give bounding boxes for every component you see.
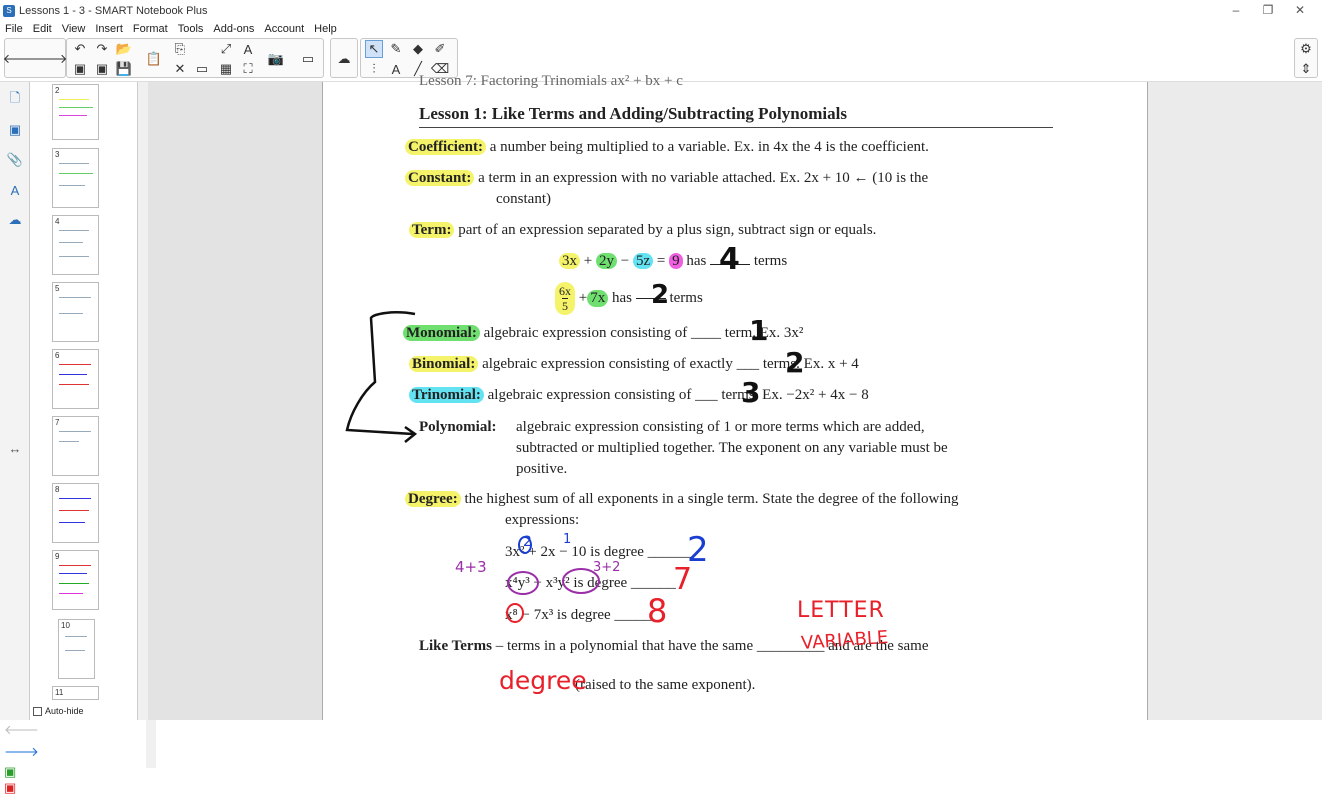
- redo-icon[interactable]: ↷: [93, 40, 111, 58]
- menu-help[interactable]: Help: [309, 23, 342, 35]
- edit-group: ↶ ↷ 📂 ▣ ▣ 💾 📋 ⎘ ✕ ▭ ⤢ A ▦ ⛶ 📷 ▭: [66, 38, 324, 78]
- page-thumbnail[interactable]: 9: [52, 550, 99, 610]
- select-icon[interactable]: ↖: [365, 40, 383, 58]
- magic-pen-icon[interactable]: ✐: [431, 40, 449, 58]
- menu-view[interactable]: View: [57, 23, 91, 35]
- menu-edit[interactable]: Edit: [28, 23, 57, 35]
- page-thumbnail[interactable]: 5: [52, 282, 99, 342]
- addons-tab-icon[interactable]: ☁: [5, 210, 25, 230]
- addons-group: ☁: [330, 38, 358, 78]
- menu-tools[interactable]: Tools: [173, 23, 209, 35]
- forward-arrow-icon[interactable]: 🡒: [4, 744, 39, 760]
- text-icon[interactable]: A: [239, 40, 257, 58]
- delete-page-tab-icon[interactable]: ▣: [4, 780, 39, 796]
- sidebar-nav: 🡐 🡒 ▣ ▣: [4, 722, 39, 796]
- move-toolbar-icon[interactable]: ⇕: [1297, 60, 1315, 78]
- close-button[interactable]: ✕: [1284, 0, 1316, 21]
- page-thumbnail[interactable]: 3: [52, 148, 99, 208]
- previous-page-icon[interactable]: 🡐: [3, 50, 38, 68]
- text-tool-icon[interactable]: A: [387, 60, 405, 78]
- menu-bar: File Edit View Insert Format Tools Add-o…: [0, 21, 1322, 36]
- main-scrollbar[interactable]: [138, 82, 148, 720]
- pen-icon[interactable]: ✎: [387, 40, 405, 58]
- gallery-icon[interactable]: ▣: [5, 120, 25, 140]
- menu-account[interactable]: Account: [259, 23, 309, 35]
- menu-addons[interactable]: Add-ons: [208, 23, 259, 35]
- open-icon[interactable]: 📂: [115, 40, 133, 58]
- delete-icon[interactable]: ✕: [171, 60, 189, 78]
- menu-insert[interactable]: Insert: [90, 23, 128, 35]
- page-thumbnail[interactable]: 6: [52, 349, 99, 409]
- resize-icon[interactable]: ↔: [5, 438, 25, 458]
- window-controls: – ❐ ✕: [1220, 0, 1316, 21]
- add-page-tab-icon[interactable]: ▣: [4, 764, 39, 780]
- document-camera-icon[interactable]: ▭: [299, 50, 317, 68]
- page-thumbnail[interactable]: 10: [58, 619, 95, 679]
- addons-icon[interactable]: ☁: [335, 50, 353, 68]
- ink-strokes: [345, 311, 600, 623]
- page-sorter: 2 3 4 5 6 7 8 9 10 11: [30, 82, 156, 768]
- attachments-icon[interactable]: 📎: [5, 150, 25, 170]
- autohide-option[interactable]: Auto-hide: [33, 706, 84, 716]
- window-title: Lessons 1 - 3 - SMART Notebook Plus: [19, 4, 208, 17]
- menu-format[interactable]: Format: [128, 23, 173, 35]
- settings-group: ⚙ ⇕: [1294, 38, 1318, 78]
- nav-group: 🡐 🡒: [3, 38, 68, 78]
- undo-icon[interactable]: ↶: [71, 40, 89, 58]
- save-icon[interactable]: 💾: [115, 60, 133, 78]
- add-page-icon[interactable]: ▣: [71, 60, 89, 78]
- notebook-page[interactable]: Lesson 7: Factoring Trinomials ax² + bx …: [322, 73, 1148, 720]
- paste-icon[interactable]: 📋: [145, 50, 163, 68]
- page-thumbnail[interactable]: 7: [52, 416, 99, 476]
- camera-icon[interactable]: 📷: [267, 50, 285, 68]
- menu-file[interactable]: File: [0, 23, 28, 35]
- fill-icon[interactable]: ◆: [409, 40, 427, 58]
- workspace-margin: [1148, 82, 1322, 720]
- page-sorter-icon[interactable]: 🗋: [5, 90, 25, 110]
- zoom-page-icon[interactable]: ⤢: [217, 40, 235, 58]
- back-arrow-icon[interactable]: 🡐: [4, 722, 39, 738]
- tools-group: ↖ ✎ ◆ ✐ ⫶ A ╱ ⌫: [360, 38, 458, 78]
- gear-icon[interactable]: ⚙: [1297, 40, 1315, 58]
- next-page-icon[interactable]: 🡒: [33, 50, 68, 68]
- copy-icon[interactable]: ⎘: [171, 40, 189, 58]
- page-thumbnail[interactable]: 2: [52, 84, 99, 140]
- delete-page-icon[interactable]: ▣: [93, 60, 111, 78]
- page-thumbnail[interactable]: 11: [52, 686, 99, 700]
- autohide-checkbox[interactable]: [33, 706, 42, 716]
- minimize-button[interactable]: –: [1220, 0, 1252, 21]
- page-thumbnail[interactable]: 8: [52, 483, 99, 543]
- app-icon: S: [3, 4, 15, 17]
- fullscreen-icon[interactable]: ⛶: [239, 60, 257, 78]
- sidebar-tabs: 🗋 ▣ 📎 A ☁ ↔ 🡐 🡒 ▣ ▣: [0, 82, 39, 795]
- restore-button[interactable]: ❐: [1252, 0, 1284, 21]
- table-icon[interactable]: ▦: [217, 60, 235, 78]
- page-thumbnail[interactable]: 4: [52, 215, 99, 275]
- properties-icon[interactable]: A: [5, 180, 25, 200]
- workspace: Lesson 7: Factoring Trinomials ax² + bx …: [148, 73, 1322, 720]
- screen-shade-icon[interactable]: ▭: [193, 60, 211, 78]
- title-bar: S Lessons 1 - 3 - SMART Notebook Plus – …: [0, 0, 1322, 21]
- measure-icon[interactable]: ⫶: [365, 60, 383, 78]
